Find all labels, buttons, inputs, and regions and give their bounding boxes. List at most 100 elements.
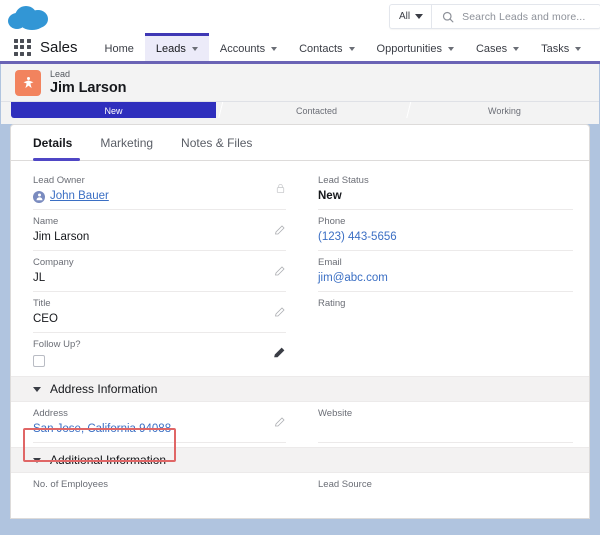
section-title: Additional Information [50, 453, 167, 467]
pencil-icon[interactable] [274, 305, 286, 323]
field-value: CEO [33, 313, 58, 325]
record-header: Lead Jim Larson [1, 64, 599, 102]
field-label: Address [33, 408, 68, 419]
pencil-icon[interactable] [274, 223, 286, 241]
chevron-down-icon[interactable] [191, 46, 198, 51]
address-link[interactable]: San Jose, California 94088 [33, 421, 286, 438]
salesforce-lead-page: All Search Leads and more... Sales Home … [0, 0, 600, 535]
tab-label: Details [33, 135, 73, 150]
nav-item-label: Cases [475, 42, 508, 55]
nav-item-cases[interactable]: Cases [465, 33, 530, 61]
address-grid: Address San Jose, California 94088 Websi… [11, 402, 589, 443]
nav-item-label: Contacts [299, 42, 343, 55]
chevron-down-icon[interactable] [513, 46, 520, 51]
field-value [33, 492, 286, 509]
salesforce-cloud-logo[interactable] [6, 2, 58, 32]
chevron-down-icon[interactable] [447, 46, 454, 51]
field-title: Title CEO [33, 292, 286, 333]
phone-link[interactable]: (123) 443-5656 [318, 229, 573, 246]
nav-item-accounts[interactable]: Accounts [209, 33, 288, 61]
avatar [33, 190, 45, 203]
additional-right-column: Lead Source [300, 473, 589, 514]
field-label: Phone [318, 216, 346, 227]
tab-marketing[interactable]: Marketing [86, 125, 167, 161]
global-search-bar[interactable]: All Search Leads and more... [389, 4, 600, 29]
nav-items: Home Leads Accounts Contacts Opportuniti… [94, 33, 593, 61]
tab-label: Marketing [100, 135, 154, 150]
nav-item-label: Home [104, 42, 134, 55]
nav-item-contacts[interactable]: Contacts [288, 33, 365, 61]
field-name: Name Jim Larson [33, 210, 286, 251]
nav-item-label: Tasks [541, 42, 570, 55]
search-scope-dropdown[interactable]: All [390, 5, 433, 28]
app-name[interactable]: Sales [40, 33, 78, 61]
field-value: Jim Larson [33, 231, 90, 243]
field-label: Rating [318, 298, 346, 309]
pencil-icon[interactable] [274, 264, 286, 282]
address-right-column: Website [300, 402, 589, 443]
field-value [318, 311, 573, 328]
path-step-new[interactable]: New [11, 102, 216, 118]
field-lead-status: Lead Status New [318, 169, 573, 210]
tab-label: Notes & Files [181, 135, 253, 150]
nav-item-home[interactable]: Home [94, 33, 145, 61]
page-body: Details Marketing Notes & Files Lead Own… [0, 124, 600, 519]
additional-left-column: No. of Employees [11, 473, 300, 514]
app-launcher-waffle-icon[interactable] [12, 33, 32, 61]
tab-notes-files[interactable]: Notes & Files [167, 125, 266, 161]
field-label: No. of Employees [33, 479, 108, 490]
lock-icon [275, 181, 286, 199]
chevron-down-icon [415, 14, 424, 19]
field-value [318, 492, 573, 509]
nav-item-leads[interactable]: Leads [144, 33, 209, 61]
chevron-down-icon[interactable] [271, 46, 278, 51]
details-grid: Lead Owner John Bauer Name Jim Larson Co… [11, 169, 589, 372]
app-navigation-bar: Sales Home Leads Accounts Contacts Oppor… [0, 33, 600, 64]
record-object-type: Lead [50, 69, 71, 79]
field-follow-up: Follow Up? [33, 333, 286, 372]
field-lead-source: Lead Source [318, 473, 573, 514]
pencil-icon[interactable] [273, 346, 286, 364]
field-label: Title [33, 298, 51, 309]
search-input[interactable]: Search Leads and more... [462, 11, 585, 23]
email-link[interactable]: jim@abc.com [318, 270, 573, 287]
tab-details[interactable]: Details [27, 125, 86, 161]
field-rating: Rating [318, 292, 573, 333]
field-label: Lead Status [318, 175, 369, 186]
global-header: All Search Leads and more... [0, 0, 600, 33]
follow-up-checkbox[interactable] [33, 355, 45, 367]
record-title: Jim Larson [50, 80, 127, 96]
lead-detail-card: Details Marketing Notes & Files Lead Own… [10, 124, 590, 519]
path-step-label: New [104, 106, 123, 116]
search-scope-label: All [399, 11, 411, 22]
nav-item-label: Opportunities [376, 42, 442, 55]
field-address: Address San Jose, California 94088 [33, 402, 286, 443]
field-website: Website [318, 402, 573, 443]
record-header-text: Lead Jim Larson [50, 69, 126, 96]
path-step-working[interactable]: Working [405, 102, 599, 118]
path-step-label: Working [487, 106, 521, 116]
chevron-down-icon [33, 386, 41, 392]
section-header-address-information[interactable]: Address Information [11, 376, 589, 402]
lead-star-icon [15, 69, 41, 96]
chevron-down-icon[interactable] [575, 46, 582, 51]
field-label: Name [33, 216, 59, 227]
path-step-contacted[interactable]: Contacted [218, 102, 418, 118]
chevron-down-icon[interactable] [348, 46, 355, 51]
field-email: Email jim@abc.com [318, 251, 573, 292]
section-header-additional-information[interactable]: Additional Information [11, 447, 589, 473]
details-left-column: Lead Owner John Bauer Name Jim Larson Co… [11, 169, 300, 372]
lead-owner-link[interactable]: John Bauer [50, 188, 109, 205]
details-panel: Lead Owner John Bauer Name Jim Larson Co… [11, 161, 589, 514]
nav-item-opportunities[interactable]: Opportunities [366, 33, 465, 61]
field-company: Company JL [33, 251, 286, 292]
field-label: Email [318, 257, 342, 268]
nav-item-label: Leads [155, 42, 186, 55]
lead-status-path: New Contacted Working [1, 102, 599, 124]
field-lead-owner: Lead Owner John Bauer [33, 169, 286, 210]
nav-item-tasks[interactable]: Tasks [530, 33, 592, 61]
path-step-label: Contacted [295, 106, 337, 116]
section-title: Address Information [50, 382, 158, 396]
pencil-icon[interactable] [274, 415, 286, 433]
field-value [318, 421, 573, 438]
